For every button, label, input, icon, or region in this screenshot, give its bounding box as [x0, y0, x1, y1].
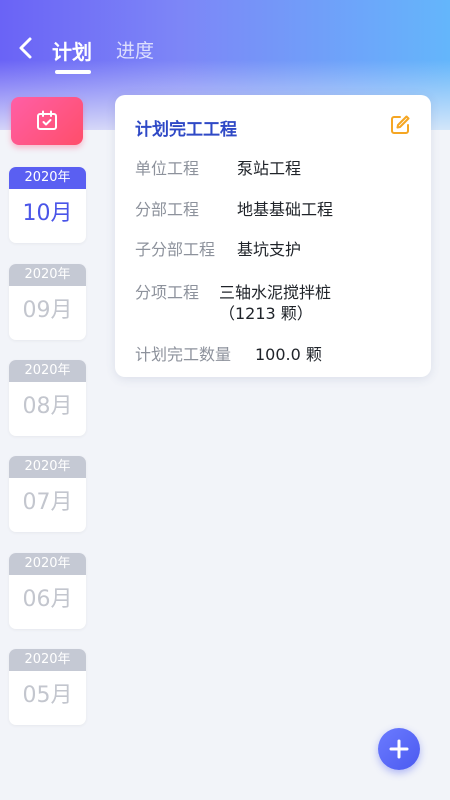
month-item-2020-05[interactable]: 2020年 05月	[9, 649, 86, 725]
month-year: 2020年	[9, 649, 86, 671]
calendar-button[interactable]	[11, 97, 83, 145]
item-project-label: 分项工程	[135, 283, 200, 302]
calendar-check-icon	[37, 110, 57, 130]
month-year: 2020年	[9, 456, 86, 478]
month-label: 08月	[22, 394, 73, 419]
month-label: 07月	[22, 490, 73, 515]
sub-division-value: 基坑支护	[237, 240, 302, 259]
sub-division-label: 子分部工程	[135, 240, 216, 259]
month-year: 2020年	[9, 360, 86, 382]
chevron-left-icon	[19, 37, 32, 59]
month-item-2020-07[interactable]: 2020年 07月	[9, 456, 86, 532]
tab-progress[interactable]: 进度	[116, 36, 154, 63]
month-label: 06月	[22, 587, 73, 612]
plan-card: 计划完工工程 单位工程 泵站工程 分部工程 地基基础工程 子分部工程 基坑支护 …	[115, 95, 431, 377]
month-year: 2020年	[9, 264, 86, 286]
month-label: 09月	[22, 298, 73, 323]
month-label: 05月	[22, 683, 73, 708]
add-button[interactable]	[378, 728, 420, 770]
sub-project-value: 地基基础工程	[237, 200, 334, 219]
month-label: 10月	[22, 201, 73, 226]
item-project-count: （1213 颗）	[219, 304, 313, 323]
plan-title: 计划完工工程	[135, 120, 237, 140]
unit-project-label: 单位工程	[135, 159, 200, 178]
sub-project-label: 分部工程	[135, 200, 200, 219]
planned-quantity-value: 100.0 颗	[255, 345, 322, 364]
tab-plan-underline	[55, 70, 91, 74]
back-button[interactable]	[14, 34, 38, 62]
edit-button[interactable]	[389, 114, 411, 136]
plus-icon	[389, 739, 409, 759]
planned-quantity-label: 计划完工数量	[135, 345, 232, 364]
month-item-2020-09[interactable]: 2020年 09月	[9, 264, 86, 340]
unit-project-value: 泵站工程	[237, 159, 302, 178]
month-year: 2020年	[9, 167, 86, 189]
month-item-2020-06[interactable]: 2020年 06月	[9, 553, 86, 629]
month-year: 2020年	[9, 553, 86, 575]
month-item-2020-08[interactable]: 2020年 08月	[9, 360, 86, 436]
edit-icon	[391, 115, 410, 134]
tab-plan[interactable]: 计划	[52, 36, 92, 65]
month-item-2020-10[interactable]: 2020年 10月	[9, 167, 86, 243]
